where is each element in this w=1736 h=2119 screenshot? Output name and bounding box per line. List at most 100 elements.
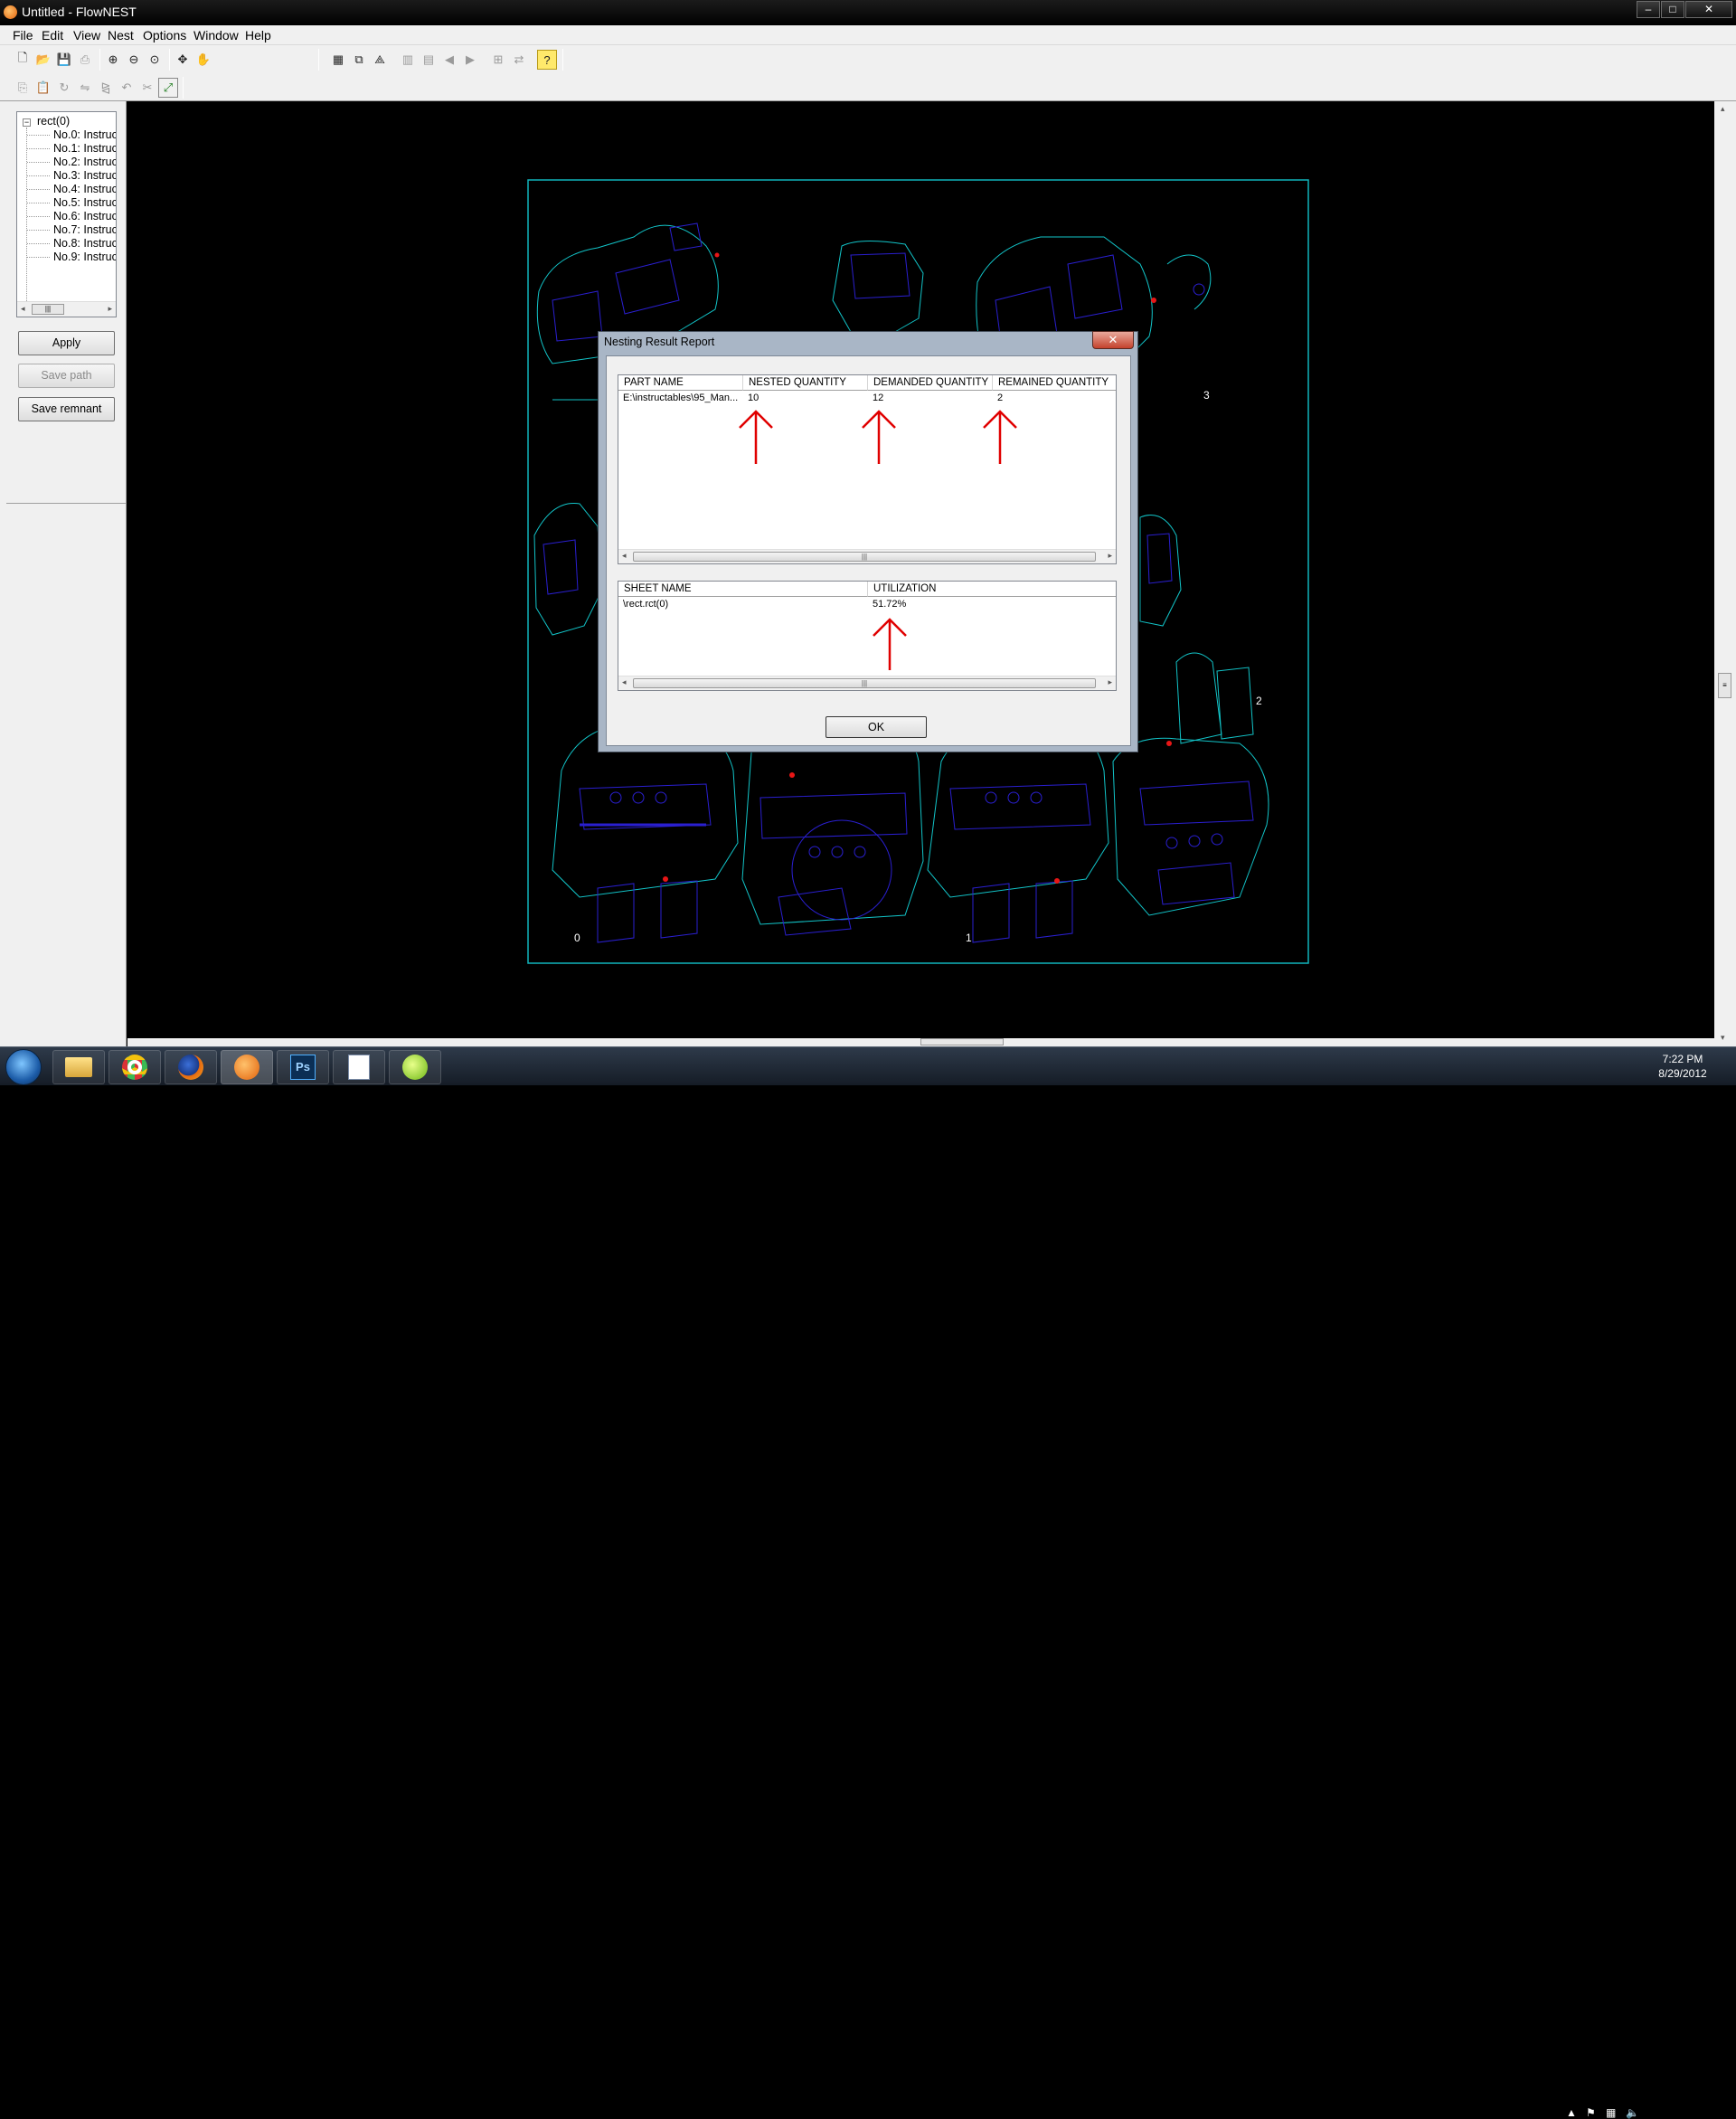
taskbar: Ps ▲ ⚑ ▦ 🔈 [0,1046,1736,2119]
tree-item-6[interactable]: No.6: Instruc [53,210,116,222]
arrow-up-icon [862,410,896,464]
flownest-app-icon [4,5,17,19]
scroll-thumb-horizontal[interactable] [920,1038,1004,1045]
nesting-result-dialog: Nesting Result Report ✕ PART NAME NESTED… [598,331,1138,752]
canvas-vertical-scrollbar[interactable]: ▴ ≡ ▾ [1714,101,1736,1046]
tree-horizontal-scrollbar[interactable]: ◂ ||| ▸ [17,301,116,317]
tree-item-2[interactable]: No.2: Instruc [53,156,116,168]
zoom-out-icon[interactable]: ⊖ [124,50,144,70]
rotate-icon[interactable]: ↻ [54,78,74,98]
tree-item-5[interactable]: No.5: Instruc [53,196,116,209]
help-icon[interactable]: ? [537,50,557,70]
tree-item-8[interactable]: No.8: Instruc [53,237,116,250]
explorer-icon[interactable] [52,1050,105,1084]
volume-icon[interactable]: 🔈 [1626,2106,1639,2119]
robot-part-bottom-0 [552,723,739,943]
menu-help[interactable]: Help [245,28,271,43]
start-button[interactable] [5,1049,42,1085]
clock-time: 7:22 PM [1662,1053,1703,1065]
save-path-button[interactable]: Save path [18,364,115,388]
firefox-icon[interactable] [165,1050,217,1084]
tree-item-3[interactable]: No.3: Instruc [53,169,116,182]
chrome-icon[interactable] [108,1050,161,1084]
grid-icon[interactable]: ▥ [398,50,418,70]
menu-file[interactable]: File [13,28,33,43]
annotation-arrows [739,410,1017,670]
maximize-button[interactable]: □ [1661,1,1684,18]
robot-part-right-middle [1139,515,1182,627]
robot-part-left-middle [533,502,603,636]
pan-icon[interactable]: ✥ [173,50,193,70]
undo-icon[interactable]: ↶ [117,78,137,98]
mirror-icon[interactable]: ⧎ [96,78,116,98]
zoom-fit-icon[interactable]: ⊙ [145,50,165,70]
scroll-right-icon[interactable]: ▸ [108,304,112,314]
sheet-tree[interactable]: − rect(0) No.0: Instruc No.1: Instruc No… [16,111,117,317]
photoshop-icon[interactable]: Ps [277,1050,329,1084]
menu-edit[interactable]: Edit [42,28,63,43]
part-label-0: 0 [574,932,580,944]
paste-part-icon[interactable]: 📋 [33,78,53,98]
layout-icon[interactable]: ⟁ [370,50,390,70]
tree-item-7[interactable]: No.7: Instruc [53,223,116,236]
document-icon[interactable] [333,1050,385,1084]
scroll-thumb[interactable]: ||| [32,304,64,315]
network-icon[interactable]: ▦ [1606,2106,1616,2119]
part-label-1: 1 [966,932,972,944]
arrow-up-icon [983,410,1017,464]
robot-part-bottom-1 [741,723,924,936]
save-icon[interactable]: 💾 [54,50,74,70]
menu-nest[interactable]: Nest [108,28,134,43]
tree-item-4[interactable]: No.4: Instruc [53,183,116,195]
nest-icon[interactable]: ▦ [328,50,348,70]
arrow-up-icon [739,410,773,464]
path-icon[interactable]: ⤢ [158,78,178,98]
flip-icon[interactable]: ⇋ [75,78,95,98]
tree-item-1[interactable]: No.1: Instruc [53,142,116,155]
window-title: Untitled - FlowNEST [22,5,137,19]
canvas-horizontal-scrollbar[interactable] [127,1038,1714,1046]
menu-bar: File Edit View Nest Options Window Help [0,25,1736,45]
menu-options[interactable]: Options [143,28,186,43]
menu-view[interactable]: View [73,28,100,43]
taskbar-clock[interactable]: 7:22 PM 8/29/2012 [1642,1052,1723,1081]
export-icon[interactable]: ⇄ [509,50,529,70]
close-button[interactable]: ✕ [1685,1,1732,18]
cut-part-icon[interactable]: ⎘ [13,78,33,98]
flag-icon[interactable]: ⚑ [1586,2106,1596,2119]
main-toolbar: 🗋 📂 💾 ⎙ ⊕ ⊖ ⊙ ✥ ✋ inch ▼ ▦ ⧉ ⟁ ▥ ▤ ◀ ▶ ⊞… [0,45,1736,116]
scroll-up-icon[interactable]: ▴ [1721,104,1725,114]
menu-window[interactable]: Window [193,28,239,43]
tree-item-0[interactable]: No.0: Instruc [53,128,116,141]
tree-item-9[interactable]: No.9: Instruc [53,251,116,263]
print-icon[interactable]: ⎙ [75,50,95,70]
part-label-2: 2 [1256,695,1262,707]
chart-icon[interactable]: ▤ [419,50,439,70]
open-folder-icon[interactable]: 📂 [33,50,53,70]
minimize-button[interactable]: ‒ [1637,1,1660,18]
arrow-up-icon [873,618,907,670]
tray-expand-icon[interactable]: ▲ [1566,2106,1577,2119]
next-icon[interactable]: ▶ [460,50,480,70]
panel-divider [6,503,126,504]
report-icon[interactable]: ⊞ [488,50,508,70]
scroll-left-icon[interactable]: ◂ [21,304,25,314]
copy-sheet-icon[interactable]: ⧉ [349,50,369,70]
save-remnant-button[interactable]: Save remnant [18,397,115,421]
robot-part-top-middle [832,240,924,337]
prev-icon[interactable]: ◀ [439,50,459,70]
scissors-icon[interactable]: ✂ [137,78,157,98]
flownest-icon[interactable] [221,1050,273,1084]
scroll-down-icon[interactable]: ▾ [1721,1033,1725,1043]
edit-toolbar: ⎘ 📋 ↻ ⇋ ⧎ ↶ ✂ ⤢ [0,74,1736,101]
collapse-icon[interactable]: − [23,118,31,127]
zoom-in-icon[interactable]: ⊕ [103,50,123,70]
new-file-icon[interactable]: 🗋 [13,50,33,70]
part-label-3: 3 [1203,389,1210,402]
hand-icon[interactable]: ✋ [193,50,213,70]
scroll-thumb-vertical[interactable]: ≡ [1718,673,1731,698]
lime-app-icon[interactable] [389,1050,441,1084]
apply-button[interactable]: Apply [18,331,115,355]
tree-root[interactable]: rect(0) [37,115,70,128]
robot-part-bottom-2 [927,723,1109,943]
